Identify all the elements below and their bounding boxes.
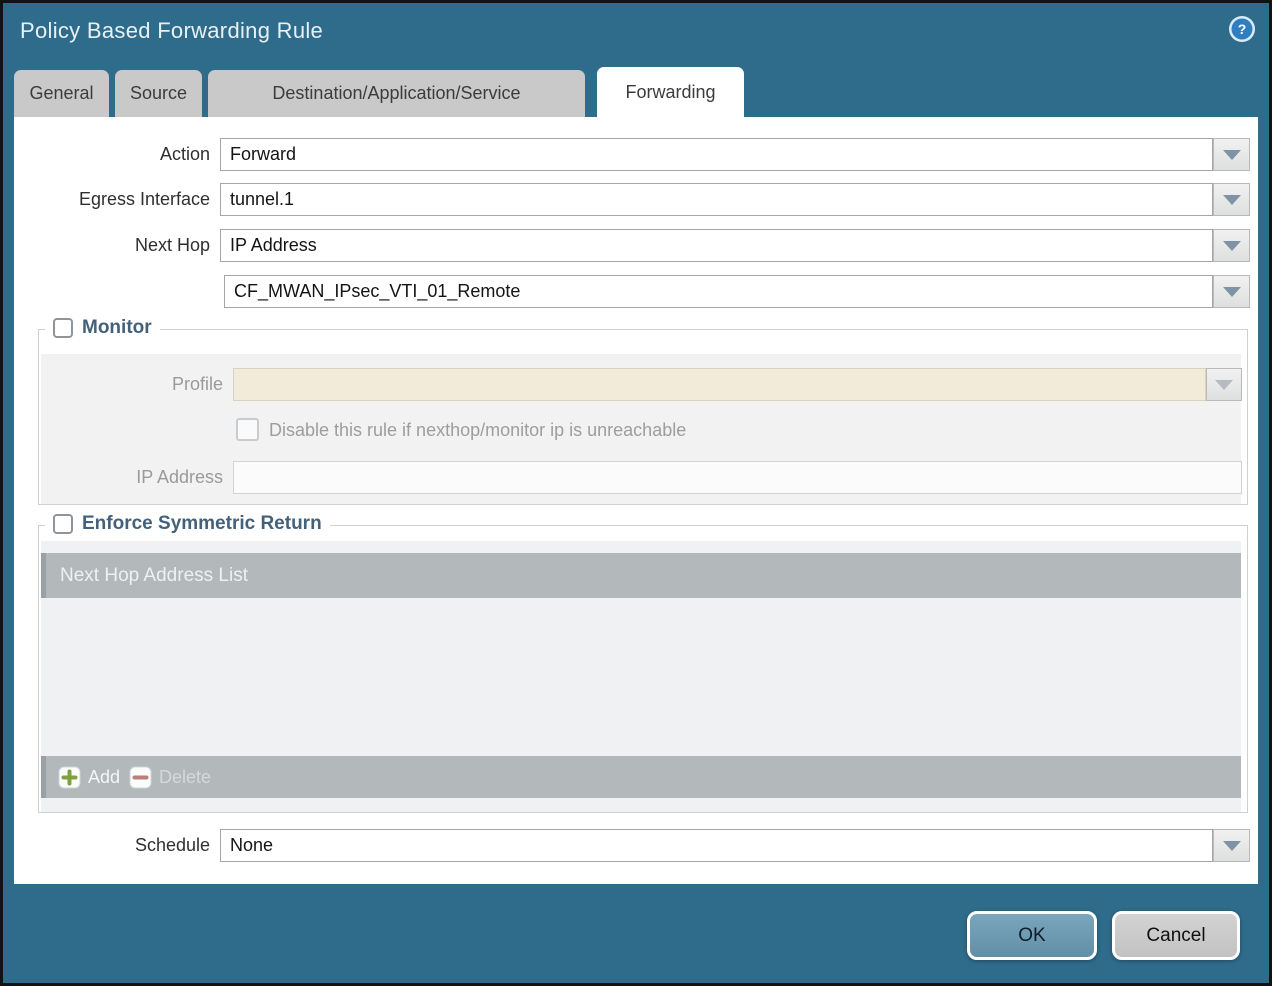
plus-icon (58, 766, 81, 789)
cancel-button[interactable]: Cancel (1112, 911, 1240, 960)
chevron-down-icon (1223, 241, 1241, 251)
monitor-fieldset: Monitor Profile Disable this rule if nex… (38, 329, 1248, 505)
chevron-down-icon (1223, 287, 1241, 297)
forwarding-tab-panel: Action Forward Egress Interface tunnel.1… (14, 117, 1258, 884)
enforce-symmetric-return-legend-label: Enforce Symmetric Return (82, 513, 322, 535)
chevron-down-icon (1223, 841, 1241, 851)
next-hop-address-dropdown-value[interactable]: CF_MWAN_IPsec_VTI_01_Remote (224, 275, 1213, 308)
policy-based-forwarding-rule-dialog: Policy Based Forwarding Rule ? General S… (0, 0, 1272, 986)
help-icon[interactable]: ? (1228, 15, 1256, 43)
svg-text:?: ? (1238, 21, 1247, 37)
action-dropdown-button[interactable] (1213, 138, 1250, 171)
tab-source[interactable]: Source (115, 70, 202, 117)
monitor-legend: Monitor (45, 317, 160, 339)
next-hop-address-dropdown-button[interactable] (1213, 275, 1250, 308)
schedule-dropdown-button[interactable] (1213, 829, 1250, 862)
add-button-label: Add (88, 767, 120, 788)
delete-button-label: Delete (159, 767, 211, 788)
ok-button[interactable]: OK (967, 911, 1097, 960)
egress-interface-label: Egress Interface (14, 183, 210, 216)
profile-dropdown-button (1206, 368, 1242, 401)
disable-rule-label: Disable this rule if nexthop/monitor ip … (269, 418, 686, 442)
delete-button: Delete (129, 766, 211, 789)
monitor-legend-label: Monitor (82, 317, 152, 339)
monitor-ip-address-input (233, 461, 1242, 494)
tab-forwarding[interactable]: Forwarding (597, 67, 744, 117)
next-hop-type-dropdown-button[interactable] (1213, 229, 1250, 262)
next-hop-address-list-header: Next Hop Address List (41, 553, 1241, 598)
tab-destination-label: Destination/Application/Service (272, 83, 520, 104)
action-label: Action (14, 138, 210, 171)
monitor-checkbox[interactable] (53, 318, 73, 338)
dialog-title: Policy Based Forwarding Rule (20, 18, 323, 44)
next-hop-address-list-toolbar: Add Delete (41, 756, 1241, 798)
chevron-down-icon (1223, 150, 1241, 160)
minus-icon (129, 766, 152, 789)
chevron-down-icon (1215, 380, 1233, 390)
tab-destination-application-service[interactable]: Destination/Application/Service (208, 70, 585, 117)
profile-label: Profile (39, 368, 223, 401)
tab-general-label: General (29, 83, 93, 104)
egress-interface-dropdown-value[interactable]: tunnel.1 (220, 183, 1213, 216)
monitor-ip-address-label: IP Address (39, 461, 223, 494)
action-dropdown-value[interactable]: Forward (220, 138, 1213, 171)
tab-general[interactable]: General (14, 70, 109, 117)
schedule-label: Schedule (14, 829, 210, 862)
next-hop-label: Next Hop (14, 229, 210, 262)
add-button[interactable]: Add (58, 766, 120, 789)
chevron-down-icon (1223, 195, 1241, 205)
enforce-symmetric-return-legend: Enforce Symmetric Return (45, 513, 330, 535)
schedule-dropdown-value[interactable]: None (220, 829, 1213, 862)
tab-source-label: Source (130, 83, 187, 104)
enforce-symmetric-return-fieldset: Enforce Symmetric Return Next Hop Addres… (38, 525, 1248, 813)
enforce-symmetric-return-checkbox[interactable] (53, 514, 73, 534)
profile-dropdown-value (233, 368, 1206, 401)
disable-rule-checkbox (236, 418, 259, 441)
next-hop-type-dropdown-value[interactable]: IP Address (220, 229, 1213, 262)
tab-forwarding-label: Forwarding (625, 82, 715, 103)
egress-interface-dropdown-button[interactable] (1213, 183, 1250, 216)
